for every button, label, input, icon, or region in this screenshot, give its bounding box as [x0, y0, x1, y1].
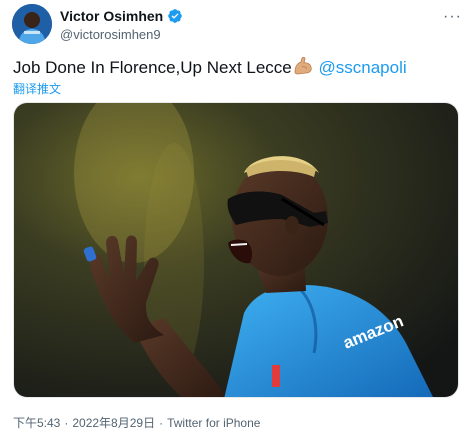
player-avatar-icon — [12, 4, 52, 44]
flexed-biceps-icon — [294, 56, 312, 75]
avatar[interactable] — [12, 4, 52, 44]
author-name[interactable]: Victor Osimhen — [60, 8, 163, 24]
tweet-main-text: Job Done In Florence,Up Next Lecce — [13, 58, 292, 77]
tweet-meta: 下午5:43 · 2022年8月29日 · Twitter for iPhone — [13, 414, 260, 431]
separator-dot: · — [64, 416, 69, 430]
tweet-time[interactable]: 下午5:43 — [13, 416, 60, 430]
tweet-text: Job Done In Florence,Up Next Lecce @sscn… — [13, 56, 407, 79]
photo-footballer-icon: amazon — [14, 103, 458, 397]
translate-tweet-link[interactable]: 翻译推文 — [13, 80, 61, 97]
tweet-date[interactable]: 2022年8月29日 — [72, 416, 155, 430]
mention-link[interactable]: @sscnapoli — [319, 58, 407, 77]
separator-dot: · — [159, 416, 164, 430]
tweet-photo[interactable]: amazon — [13, 102, 459, 398]
verified-badge-icon — [168, 9, 183, 23]
author-handle[interactable]: @victorosimhen9 — [60, 27, 161, 42]
tweet-source[interactable]: Twitter for iPhone — [167, 416, 260, 430]
tweet-header: Victor Osimhen @victorosimhen9 ··· — [10, 4, 464, 48]
more-dots-icon[interactable]: ··· — [443, 8, 462, 26]
